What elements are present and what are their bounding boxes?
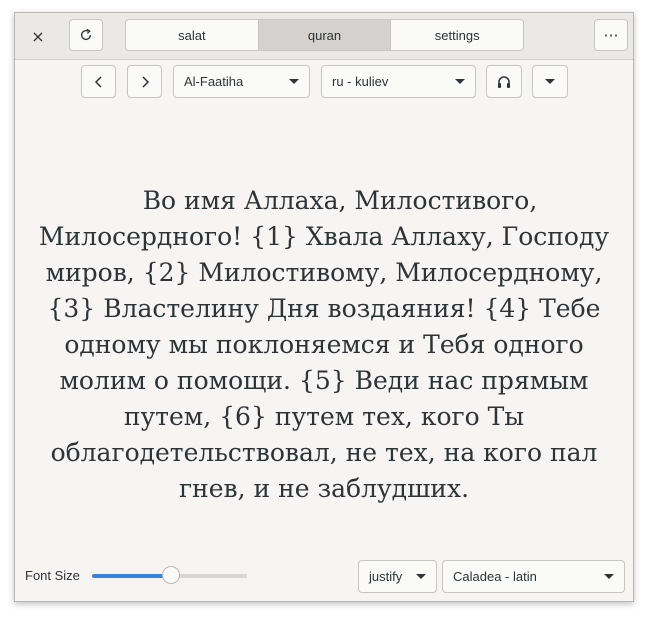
dropdown-arrow-icon bbox=[604, 574, 614, 579]
previous-surah-button[interactable] bbox=[81, 65, 116, 98]
view-switcher: salat quran settings bbox=[125, 19, 524, 51]
chevron-down-icon bbox=[545, 79, 555, 84]
headphones-icon bbox=[498, 75, 510, 88]
alignment-dropdown-value: justify bbox=[369, 569, 403, 584]
surah-dropdown[interactable]: Al-Faatiha bbox=[173, 65, 310, 98]
tab-salat[interactable]: salat bbox=[126, 20, 259, 50]
dropdown-arrow-icon bbox=[455, 79, 465, 84]
translation-dropdown-value: ru - kuliev bbox=[332, 74, 389, 89]
chevron-left-icon bbox=[94, 75, 102, 88]
slider-handle[interactable] bbox=[162, 566, 181, 584]
font-dropdown[interactable]: Caladea - latin bbox=[442, 560, 625, 593]
chevron-right-icon bbox=[141, 75, 149, 88]
tab-quran[interactable]: quran bbox=[258, 20, 392, 50]
more-options-button[interactable] bbox=[532, 65, 568, 98]
main-menu-button[interactable]: ⋯ bbox=[594, 19, 628, 51]
verse-text: Во имя Аллаха, Милостивого, Милосердного… bbox=[29, 183, 619, 507]
refresh-icon bbox=[81, 28, 92, 41]
translation-dropdown[interactable]: ru - kuliev bbox=[321, 65, 476, 98]
font-size-slider[interactable] bbox=[92, 566, 247, 584]
font-size-label: Font Size bbox=[25, 568, 80, 583]
close-button[interactable]: × bbox=[23, 21, 53, 51]
dropdown-arrow-icon bbox=[416, 574, 426, 579]
next-surah-button[interactable] bbox=[127, 65, 162, 98]
font-dropdown-value: Caladea - latin bbox=[453, 569, 537, 584]
app-window: × salat quran settings ⋯ Al-Faatiha ru -… bbox=[14, 12, 634, 602]
tab-settings[interactable]: settings bbox=[391, 20, 523, 50]
surah-dropdown-value: Al-Faatiha bbox=[184, 74, 244, 89]
header-bar: × salat quran settings ⋯ bbox=[15, 13, 633, 60]
slider-fill bbox=[92, 574, 172, 578]
refresh-button[interactable] bbox=[69, 19, 103, 51]
verse-text-content: Во имя Аллаха, Милостивого, Милосердного… bbox=[38, 186, 610, 503]
alignment-dropdown[interactable]: justify bbox=[358, 560, 437, 593]
dropdown-arrow-icon bbox=[289, 79, 299, 84]
close-icon: × bbox=[31, 26, 45, 46]
audio-button[interactable] bbox=[486, 65, 522, 98]
menu-icon: ⋯ bbox=[603, 27, 619, 44]
